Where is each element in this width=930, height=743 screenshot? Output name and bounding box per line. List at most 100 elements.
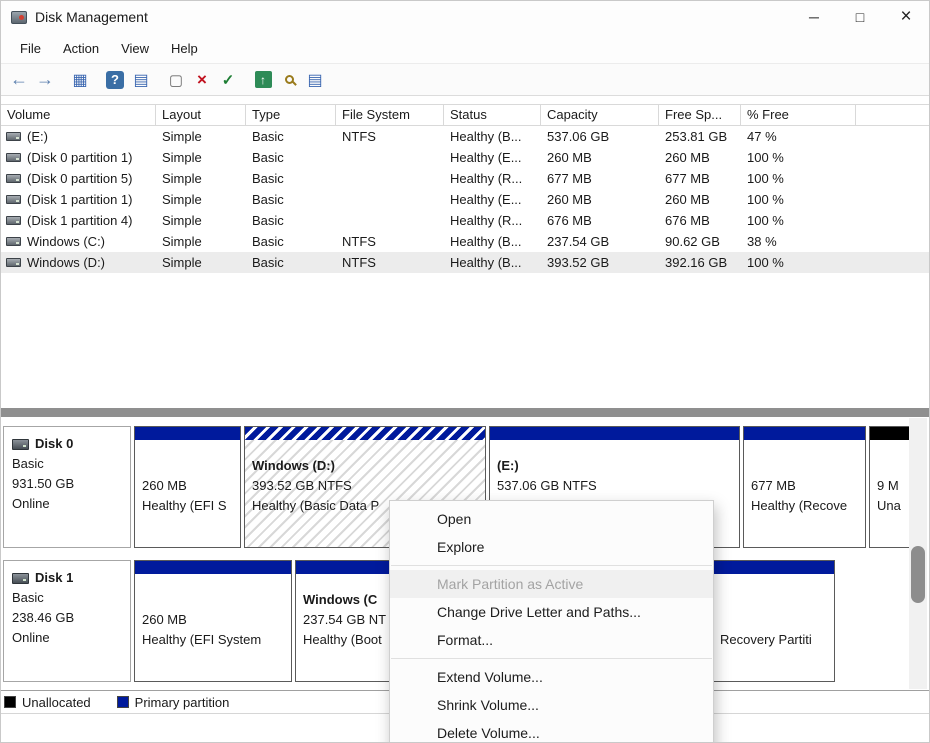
volume-cell: Windows (C:) [1, 234, 156, 249]
menu-separator [391, 565, 712, 566]
volume-list-header: Volume Layout Type File System Status Ca… [1, 104, 929, 126]
table-row[interactable]: (Disk 0 partition 1) Simple Basic Health… [1, 147, 929, 168]
back-icon[interactable]: ← [7, 68, 31, 92]
scrollbar-thumb[interactable] [911, 546, 925, 603]
col-file-system[interactable]: File System [336, 105, 444, 125]
type-cell: Basic [246, 129, 336, 144]
console-tree-icon[interactable]: ▦ [68, 68, 92, 92]
col-layout[interactable]: Layout [156, 105, 246, 125]
disk-type: Basic [12, 588, 124, 608]
capacity-cell: 677 MB [541, 171, 659, 186]
partition-status: Healthy (Recove [751, 496, 858, 516]
volume-cell: (Disk 0 partition 5) [1, 171, 156, 186]
menu-item-shrink-volume[interactable]: Shrink Volume... [390, 691, 713, 719]
partition-size: 260 MB [142, 476, 233, 496]
detail-view-icon[interactable]: ▤ [129, 68, 153, 92]
delete-volume-icon[interactable]: × [190, 68, 214, 92]
check-document-icon[interactable]: ✓ [216, 68, 240, 92]
free-space-cell: 676 MB [659, 213, 741, 228]
disk-status: Online [12, 628, 124, 648]
disk-status: Online [12, 494, 124, 514]
disk-name: Disk 1 [35, 568, 73, 588]
menu-separator [391, 658, 712, 659]
browse-search-icon[interactable] [277, 68, 301, 92]
legend-label: Primary partition [135, 695, 230, 710]
table-row[interactable]: (Disk 1 partition 1) Simple Basic Health… [1, 189, 929, 210]
menu-file[interactable]: File [9, 37, 52, 60]
partition-disk1-efi[interactable]: 260 MB Healthy (EFI System [134, 560, 292, 682]
pct-free-cell: 100 % [741, 255, 856, 270]
status-cell: Healthy (B... [444, 129, 541, 144]
volume-name: (Disk 1 partition 4) [27, 213, 132, 228]
table-row-selected[interactable]: Windows (D:) Simple Basic NTFS Healthy (… [1, 252, 929, 273]
col-capacity[interactable]: Capacity [541, 105, 659, 125]
primary-partition-swatch-icon [117, 696, 129, 708]
partition-disk1-recovery[interactable]: Recovery Partiti [712, 560, 835, 682]
vertical-scrollbar[interactable] [909, 418, 927, 689]
menubar: File Action View Help [1, 33, 929, 63]
type-cell: Basic [246, 192, 336, 207]
close-button[interactable]: × [883, 1, 929, 33]
menu-item-explore[interactable]: Explore [390, 533, 713, 561]
partition-info: Recovery Partiti [713, 574, 834, 650]
disk-0-label[interactable]: Disk 0 Basic 931.50 GB Online [3, 426, 131, 548]
toolbar: ← → ▦ ? ▤ ▢ × ✓ ↑ ▤ [1, 63, 929, 96]
disk-1-label[interactable]: Disk 1 Basic 238.46 GB Online [3, 560, 131, 682]
partition-info: 260 MB Healthy (EFI System [135, 574, 291, 650]
help-icon[interactable]: ? [103, 68, 127, 92]
volume-icon [6, 132, 21, 141]
col-type[interactable]: Type [246, 105, 336, 125]
table-row[interactable]: (Disk 1 partition 4) Simple Basic Health… [1, 210, 929, 231]
file-system-cell: NTFS [336, 234, 444, 249]
disk-title: Disk 1 [12, 568, 124, 588]
table-row[interactable]: Windows (C:) Simple Basic NTFS Healthy (… [1, 231, 929, 252]
partition-size: 677 MB [751, 476, 858, 496]
partition-disk0-efi[interactable]: 260 MB Healthy (EFI S [134, 426, 241, 548]
layout-cell: Simple [156, 171, 246, 186]
col-pct-free[interactable]: % Free [741, 105, 856, 125]
legend-primary-partition: Primary partition [117, 695, 230, 710]
volume-name: (Disk 0 partition 5) [27, 171, 132, 186]
command-window-icon[interactable]: ▢ [164, 68, 188, 92]
menu-action[interactable]: Action [52, 37, 110, 60]
menu-item-mark-partition-active: Mark Partition as Active [390, 570, 713, 598]
disk-management-window: Disk Management ─ □ × File Action View H… [0, 0, 930, 743]
menu-help[interactable]: Help [160, 37, 209, 60]
partition-size: 537.06 GB NTFS [497, 476, 732, 496]
window-title: Disk Management [35, 9, 148, 25]
table-row[interactable]: (Disk 0 partition 5) Simple Basic Health… [1, 168, 929, 189]
volume-list: Volume Layout Type File System Status Ca… [1, 104, 929, 273]
col-filler [856, 105, 929, 125]
volume-icon [6, 195, 21, 204]
maximize-button[interactable]: □ [837, 1, 883, 33]
menu-item-delete-volume[interactable]: Delete Volume... [390, 719, 713, 743]
pct-free-cell: 47 % [741, 129, 856, 144]
volume-icon [6, 216, 21, 225]
forward-icon[interactable]: → [33, 68, 57, 92]
pct-free-cell: 100 % [741, 192, 856, 207]
partition-disk0-recovery[interactable]: 677 MB Healthy (Recove [743, 426, 866, 548]
legend-label: Unallocated [22, 695, 91, 710]
capacity-cell: 260 MB [541, 150, 659, 165]
mount-drive-icon[interactable]: ↑ [251, 68, 275, 92]
menu-item-format[interactable]: Format... [390, 626, 713, 654]
type-cell: Basic [246, 255, 336, 270]
table-row[interactable]: (E:) Simple Basic NTFS Healthy (B... 537… [1, 126, 929, 147]
menu-item-extend-volume[interactable]: Extend Volume... [390, 663, 713, 691]
col-volume[interactable]: Volume [1, 105, 156, 125]
col-free-space[interactable]: Free Sp... [659, 105, 741, 125]
partition-color-bar [135, 427, 240, 440]
menu-view[interactable]: View [110, 37, 160, 60]
minimize-button[interactable]: ─ [791, 1, 837, 33]
volume-icon [6, 174, 21, 183]
partition-size: 260 MB [142, 610, 284, 630]
disk-type: Basic [12, 454, 124, 474]
partition-disk0-unallocated[interactable]: 9 M Una [869, 426, 911, 548]
free-space-cell: 253.81 GB [659, 129, 741, 144]
menu-item-open[interactable]: Open [390, 505, 713, 533]
menu-item-change-drive-letter[interactable]: Change Drive Letter and Paths... [390, 598, 713, 626]
field-chooser-icon[interactable]: ▤ [303, 68, 327, 92]
pane-splitter[interactable] [1, 408, 929, 417]
context-menu: Open Explore Mark Partition as Active Ch… [389, 500, 714, 743]
col-status[interactable]: Status [444, 105, 541, 125]
